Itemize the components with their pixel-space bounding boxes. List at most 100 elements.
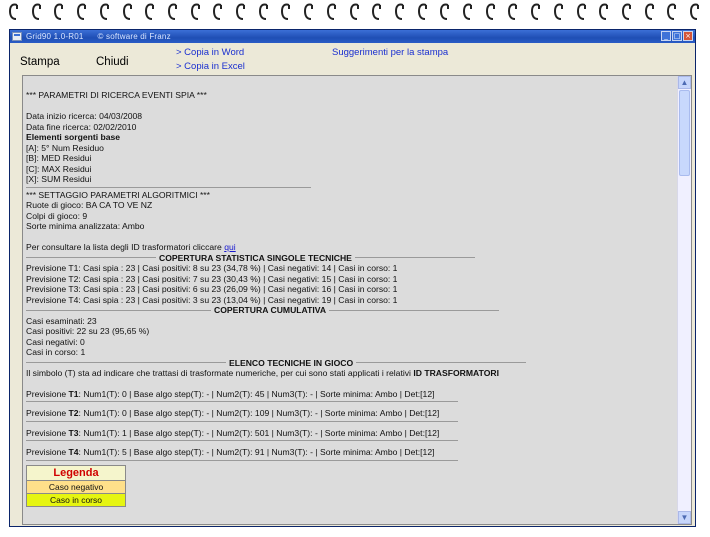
report-body: *** PARAMETRI DI RICERCA EVENTI SPIA ***… [23,76,677,524]
tecnica-label: Previsione [26,388,69,399]
divider [26,401,458,402]
simbolo-line: Il simbolo (T) sta ad indicare che tratt… [26,368,677,379]
spiral-ring [621,2,633,22]
ruote-di-gioco: Ruote di gioco: BA CA TO VE NZ [26,200,153,210]
stat-row-t1: Previsione T1: Casi spia : 23 | Casi pos… [26,263,398,273]
copia-word-link[interactable]: > Copia in Word [176,47,244,58]
legend-title: Legenda [27,466,125,481]
title-bar: Grid90 1.0-R01 © software di Franz _ □ × [10,30,695,43]
tecnica-t3: Previsione T3: Num1(T): 1 | Base algo st… [26,428,677,439]
tecnica-details: : Num1(T): 0 | Base algo step(T): - | Nu… [78,388,435,399]
spiral-ring [190,2,202,22]
qui-link[interactable]: qui [224,242,235,252]
spiral-ring [507,2,519,22]
legend-caso-negativo: Caso negativo [27,481,125,494]
spiral-ring [462,2,474,22]
copia-excel-link[interactable]: > Copia in Excel [176,61,245,72]
sorte-minima: Sorte minima analizzata: Ambo [26,221,145,231]
divider [26,440,458,441]
report-header: *** PARAMETRI DI RICERCA EVENTI SPIA *** [26,90,207,100]
copyright-text: © software di Franz [97,32,171,41]
report-panel: *** PARAMETRI DI RICERCA EVENTI SPIA ***… [22,75,692,525]
elenco-title: ELENCO TECNICHE IN GIOCO [229,357,354,368]
spiral-binding [0,0,710,26]
tecnica-label: Previsione [26,427,69,438]
toolbar: Stampa Chiudi > Copia in Word > Copia in… [10,43,695,75]
spiral-ring [530,2,542,22]
elemento-x: [X]: SUM Residui [26,174,92,184]
cumulativa-title: COPERTURA CUMULATIVA [214,305,327,315]
scroll-down-button[interactable]: ▼ [678,511,691,524]
tecnica-id: T2 [68,408,79,418]
spiral-ring [439,2,451,22]
window-controls: _ □ × [661,31,693,41]
tecnica-t4: Previsione T4: Num1(T): 5 | Base algo st… [26,447,677,458]
tecnica-id: T1 [68,388,79,399]
divider [26,459,458,461]
stat-row-t4: Previsione T4: Casi spia : 23 | Casi pos… [26,294,398,305]
divider [26,420,458,422]
spiral-ring [258,2,270,22]
spiral-ring [485,2,497,22]
elementi-title: Elementi sorgenti base [26,132,121,142]
suggerimenti-link[interactable]: Suggerimenti per la stampa [332,47,448,58]
section-elenco-tecniche: ELENCO TECNICHE IN GIOCO [26,358,677,369]
casi-positivi: Casi positivi: 22 su 23 (95,65 %) [26,326,150,336]
tecnica-label: Previsione [26,447,69,457]
data-inizio: Data inizio ricerca: 04/03/2008 [26,111,143,121]
minimize-button[interactable]: _ [661,31,671,41]
spiral-ring [576,2,588,22]
spiral-ring [53,2,65,22]
tecnica-details: : Num1(T): 0 | Base algo step(T): - | Nu… [78,408,440,418]
stat-row-t3: Previsione T3: Casi spia : 23 | Casi pos… [26,284,398,294]
simbolo-text: Il simbolo (T) sta ad indicare che tratt… [26,368,414,378]
stampa-button[interactable]: Stampa [20,56,60,68]
spiral-ring [553,2,565,22]
tecnica-details: : Num1(T): 1 | Base algo step(T): - | Nu… [78,427,440,438]
spiral-ring [76,2,88,22]
scroll-up-button[interactable]: ▲ [678,76,691,89]
tecnica-id: T4 [68,447,79,457]
tecnica-id: T3 [68,427,79,438]
consult-text: Per consultare la lista degli ID trasfor… [26,242,225,252]
spiral-ring [280,2,292,22]
spiral-ring [144,2,156,22]
casi-esaminati: Casi esaminati: 23 [26,315,97,326]
elemento-b: [B]: MED Residui [26,153,92,163]
spiral-ring [122,2,134,22]
divider [26,186,311,188]
close-button[interactable]: × [683,31,693,41]
spiral-ring [417,2,429,22]
stat-row-t2: Previsione T2: Casi spia : 23 | Casi pos… [26,273,398,284]
settaggio-title: *** SETTAGGIO PARAMETRI ALGORITMICI *** [26,189,211,200]
tecnica-details: : Num1(T): 5 | Base algo step(T): - | Nu… [78,447,435,457]
spiral-ring [167,2,179,22]
app-icon [12,32,22,41]
legend-table: Legenda Caso negativo Caso in corso [26,465,126,507]
chiudi-button[interactable]: Chiudi [96,56,129,68]
spiral-ring [99,2,111,22]
spiral-ring [666,2,678,22]
tecnica-t2: Previsione T2: Num1(T): 0 | Base algo st… [26,408,677,419]
maximize-button[interactable]: □ [672,31,682,41]
spiral-ring [349,2,361,22]
data-fine: Data fine ricerca: 02/02/2010 [26,121,137,132]
elemento-c: [C]: MAX Residui [26,163,92,174]
spiral-ring [598,2,610,22]
spiral-ring [689,2,701,22]
vertical-scrollbar[interactable]: ▲ ▼ [677,76,691,524]
spiral-ring [644,2,656,22]
consult-line: Per consultare la lista degli ID trasfor… [26,242,677,253]
scroll-thumb[interactable] [679,90,690,176]
spiral-ring [394,2,406,22]
copertura-title: COPERTURA STATISTICA SINGOLE TECNICHE [159,252,352,263]
app-title: Grid90 1.0-R01 [26,32,84,41]
section-copertura-statistica: COPERTURA STATISTICA SINGOLE TECNICHE [26,253,677,264]
tecnica-t1: Previsione T1: Num1(T): 0 | Base algo st… [26,389,677,400]
casi-in-corso: Casi in corso: 1 [26,347,86,357]
colpi-di-gioco: Colpi di gioco: 9 [26,210,88,221]
spiral-ring [31,2,43,22]
app-window: Grid90 1.0-R01 © software di Franz _ □ ×… [9,29,696,527]
spiral-ring [8,2,20,22]
spiral-ring [371,2,383,22]
